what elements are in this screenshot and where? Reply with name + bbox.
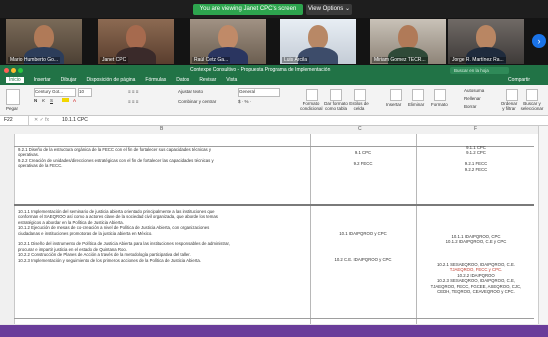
font-color-icon[interactable]: A bbox=[73, 98, 76, 103]
row-headers bbox=[0, 134, 15, 324]
cell-f-row1[interactable]: 9.1.1 CPC 9.1.2 CPC 9.2.1 FECC 9.2.2 FEC… bbox=[418, 145, 534, 172]
participant-avatar bbox=[476, 25, 496, 49]
participant-tile[interactable]: Miriam Gomez TECR... bbox=[370, 19, 446, 64]
participant-name: Mario Humberto Go... bbox=[8, 57, 61, 63]
ribbon-toolbar: Pegar Century Got... 10 N K S A ≡ ≡ ≡ ≡ … bbox=[0, 85, 548, 116]
formula-input[interactable]: 10.1.1 CPC bbox=[62, 116, 88, 125]
workbook-title: Contexpe Consultivo - Propuesta Programa… bbox=[190, 67, 331, 73]
fill-color-icon[interactable] bbox=[62, 98, 69, 102]
tab-vista[interactable]: Vista bbox=[226, 77, 237, 83]
delete-cells-icon[interactable] bbox=[412, 89, 424, 101]
participant-tile[interactable]: Jorge R. Martínez Ra... bbox=[448, 19, 524, 64]
tab-datos[interactable]: Datos bbox=[176, 77, 189, 83]
cell-c-row1[interactable]: 9.1 CPC 9.2 FECC bbox=[312, 150, 414, 166]
tab-dibujar[interactable]: Dibujar bbox=[61, 77, 77, 83]
fx-icon: ✕ ✓ fx bbox=[34, 117, 50, 123]
participant-name: Jorge R. Martínez Ra... bbox=[450, 57, 506, 63]
bottom-purple-bar bbox=[0, 325, 548, 337]
currency-icon[interactable]: $ · % · bbox=[238, 99, 251, 104]
participant-name: Luis Árcila bbox=[282, 57, 310, 63]
excel-title-bar: Contexpe Consultivo - Propuesta Programa… bbox=[0, 65, 548, 76]
cell-f-row2b[interactable]: 10.2.1 SESAEQROO, IDAIPQROO, C.E. TJAEQR… bbox=[418, 262, 534, 294]
tab-insertar[interactable]: Insertar bbox=[34, 77, 51, 83]
column-divider bbox=[416, 134, 417, 324]
cell-b-row2[interactable]: 10.1.1 Implementación del seminario de j… bbox=[18, 209, 308, 263]
format-as-table-label: Dar formato como tabla bbox=[324, 101, 348, 111]
column-header-c[interactable]: C bbox=[358, 126, 362, 132]
cell-c-row2b[interactable]: 10.2 C.E. IDAIPQROO y CPC bbox=[312, 257, 414, 262]
align-center-icon[interactable]: ≡ ≡ ≡ bbox=[128, 99, 138, 104]
participant-tile[interactable]: Janet CPC bbox=[98, 19, 174, 64]
autosum-button[interactable]: Autosuma bbox=[464, 88, 484, 93]
maximize-window-icon[interactable] bbox=[18, 68, 23, 73]
participant-name: Raúl Cetz Ga... bbox=[192, 57, 231, 63]
cell-f-row2a[interactable]: 10.1.1 IDAIPQROO, CPC 10.1.2 IDAIPQROO, … bbox=[418, 234, 534, 245]
participant-avatar bbox=[308, 25, 328, 49]
participant-avatar bbox=[34, 25, 54, 49]
column-header-f[interactable]: F bbox=[474, 126, 477, 132]
row-divider bbox=[14, 204, 534, 206]
format-as-table-icon[interactable] bbox=[330, 89, 342, 101]
participant-name: Miriam Gomez TECR... bbox=[372, 57, 428, 63]
wrap-text-button[interactable]: Ajustar texto bbox=[178, 89, 203, 94]
share-button[interactable]: Compartir bbox=[508, 76, 530, 85]
participant-tile[interactable]: Raúl Cetz Ga... bbox=[190, 19, 266, 64]
tab-revisar[interactable]: Revisar bbox=[199, 77, 216, 83]
participant-tile[interactable]: Mario Humberto Go... bbox=[6, 19, 82, 64]
tab-formulas[interactable]: Fórmulas bbox=[145, 77, 166, 83]
tab-disposicion[interactable]: Disposición de página bbox=[86, 77, 135, 83]
insert-cells-icon[interactable] bbox=[390, 89, 402, 101]
cell-styles-label: Estilos de celda bbox=[349, 101, 369, 111]
insert-label: Insertar bbox=[386, 102, 402, 107]
screen-share-banner: You are viewing Janet CPC's screen bbox=[193, 4, 303, 15]
close-window-icon[interactable] bbox=[4, 68, 9, 73]
clear-button[interactable]: Borrar bbox=[464, 104, 477, 109]
conditional-format-label: Formato condicional bbox=[300, 101, 323, 111]
cell-styles-icon[interactable] bbox=[354, 89, 366, 101]
participant-name: Janet CPC bbox=[100, 57, 129, 63]
paste-label: Pegar bbox=[6, 106, 19, 111]
font-size-select[interactable]: 10 bbox=[78, 88, 92, 97]
sort-filter-icon[interactable] bbox=[506, 89, 518, 101]
format-label: Formato bbox=[431, 102, 448, 107]
formula-bar: F22 ✕ ✓ fx 10.1.1 CPC bbox=[0, 116, 548, 126]
merge-center-button[interactable]: Combinar y centrar bbox=[178, 99, 216, 104]
column-divider bbox=[310, 134, 311, 324]
tab-inicio[interactable]: Inicio bbox=[6, 77, 24, 83]
minimize-window-icon[interactable] bbox=[11, 68, 16, 73]
ribbon-tabs: Inicio Insertar Dibujar Disposición de pági… bbox=[0, 76, 548, 85]
format-cells-icon[interactable] bbox=[434, 89, 446, 101]
vertical-scrollbar[interactable] bbox=[538, 126, 548, 324]
participant-tile[interactable]: Luis Árcila bbox=[280, 19, 356, 64]
participant-avatar bbox=[398, 25, 418, 49]
fill-button[interactable]: Rellenar bbox=[464, 96, 481, 101]
align-icon[interactable]: ≡ ≡ ≡ bbox=[128, 89, 138, 94]
font-name-select[interactable]: Century Got... bbox=[34, 88, 76, 97]
sort-filter-label: Ordenar y filtrar bbox=[500, 101, 518, 111]
cell-b-row1[interactable]: 9.2.1 Diseño de la estructura orgánica d… bbox=[18, 147, 308, 169]
next-page-icon[interactable]: › bbox=[532, 34, 546, 48]
paste-icon[interactable] bbox=[6, 89, 20, 105]
find-select-label: Buscar y seleccionar bbox=[520, 101, 544, 111]
italic-icon[interactable]: K bbox=[42, 98, 45, 103]
participant-avatar bbox=[126, 25, 146, 49]
participant-avatar bbox=[218, 25, 238, 49]
row-divider bbox=[14, 318, 534, 319]
number-format-select[interactable]: General bbox=[238, 88, 280, 97]
view-options-button[interactable]: View Options ⌄ bbox=[306, 4, 352, 15]
search-sheet-input[interactable]: Buscar en la hoja bbox=[450, 67, 509, 74]
cell-c-row2a[interactable]: 10.1 IDAIPQROO y CPC bbox=[312, 231, 414, 236]
conditional-format-icon[interactable] bbox=[306, 89, 318, 101]
delete-label: Eliminar bbox=[408, 102, 425, 107]
column-header-b[interactable]: B bbox=[160, 126, 163, 132]
find-select-icon[interactable] bbox=[526, 89, 538, 101]
bold-icon[interactable]: N bbox=[34, 98, 37, 103]
underline-icon[interactable]: S bbox=[50, 98, 53, 103]
cell-reference-box[interactable]: F22 bbox=[4, 116, 29, 125]
